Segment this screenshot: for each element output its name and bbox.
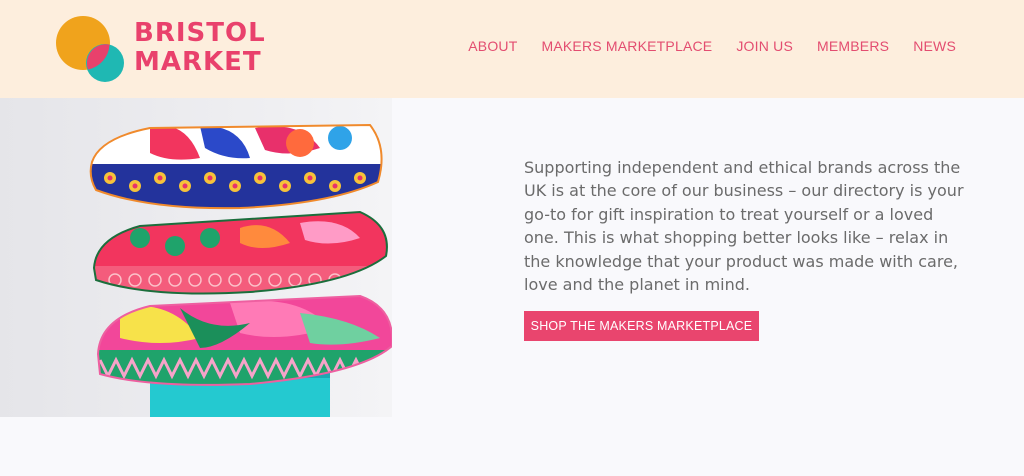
shop-makers-marketplace-button[interactable]: SHOP THE MAKERS MARKETPLACE [524, 311, 759, 341]
hero-cushions-image [0, 98, 392, 417]
logo-circles-icon [56, 16, 124, 82]
logo-line-1: BRISTOL [134, 18, 266, 48]
nav-about[interactable]: ABOUT [468, 38, 517, 54]
nav-makers-marketplace[interactable]: MAKERS MARKETPLACE [541, 38, 712, 54]
logo-wordmark: BRISTOL MARKET [134, 19, 266, 77]
logo-line-2: MARKET [134, 47, 262, 77]
hero-description: Supporting independent and ethical brand… [524, 158, 964, 295]
main-nav: ABOUT MAKERS MARKETPLACE JOIN US MEMBERS… [444, 38, 956, 54]
site-header: BRISTOL MARKET ABOUT MAKERS MARKETPLACE … [0, 0, 1024, 98]
nav-news[interactable]: NEWS [913, 38, 956, 54]
logo-link[interactable]: BRISTOL MARKET [56, 16, 276, 82]
nav-members[interactable]: MEMBERS [817, 38, 889, 54]
nav-join-us[interactable]: JOIN US [736, 38, 793, 54]
